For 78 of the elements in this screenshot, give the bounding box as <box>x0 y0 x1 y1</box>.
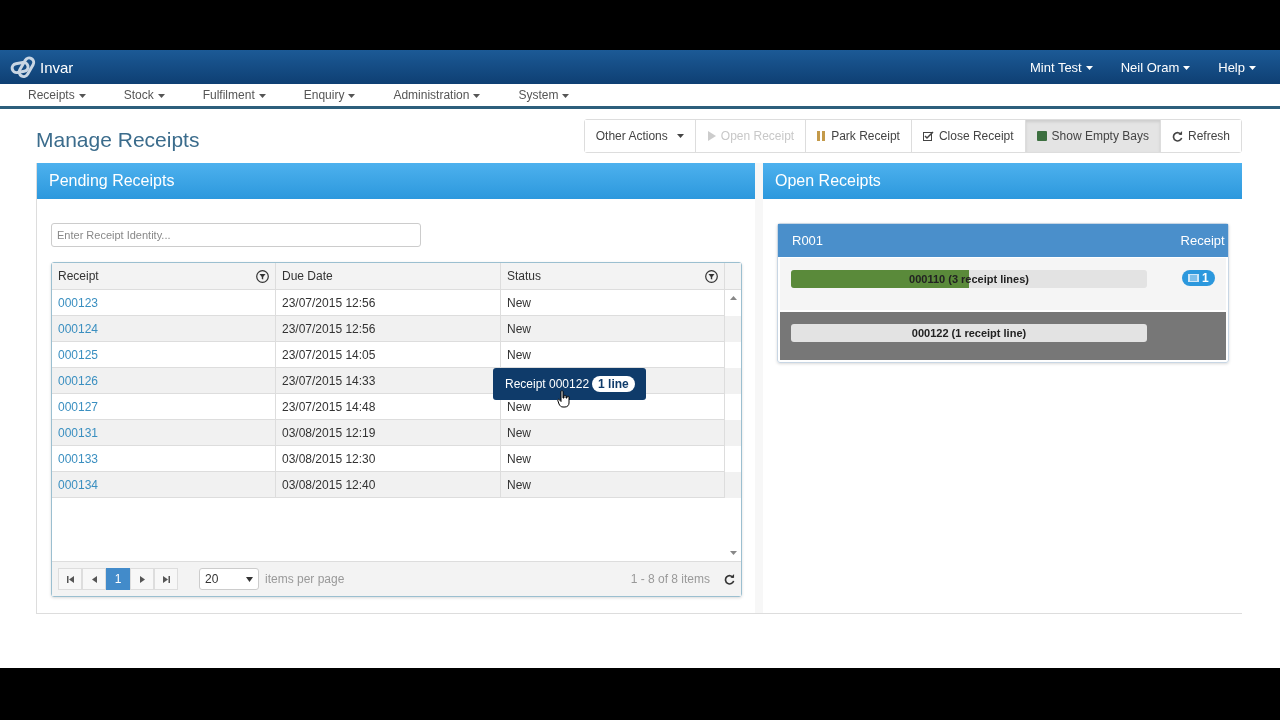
caret-icon <box>473 93 481 98</box>
play-icon <box>706 131 716 141</box>
first-page-button[interactable] <box>58 568 82 590</box>
items-summary: 1 - 8 of 8 items <box>630 572 710 586</box>
caret-icon <box>258 93 266 98</box>
user-menu[interactable]: Mint Test <box>1015 59 1107 75</box>
status-text: New <box>507 295 531 310</box>
due-date: 03/08/2015 12:40 <box>282 477 376 492</box>
square-icon <box>1036 131 1047 141</box>
line-count-badge: 1 <box>1182 270 1215 286</box>
due-date: 23/07/2015 14:05 <box>282 347 376 362</box>
filter-icon[interactable] <box>705 269 718 283</box>
status-text: New <box>507 451 531 466</box>
receipt-progress-bar: 000122 (1 receipt line) <box>791 324 1147 342</box>
receipt-link[interactable]: 000127 <box>58 399 99 414</box>
last-page-icon <box>162 575 170 583</box>
caret-icon <box>1183 66 1191 71</box>
refresh-icon[interactable] <box>724 573 735 585</box>
next-page-button[interactable] <box>130 568 154 590</box>
due-date: 03/08/2015 12:19 <box>282 425 376 440</box>
drag-tooltip: Receipt 000122 1 line <box>493 368 646 400</box>
caret-icon <box>78 93 86 98</box>
due-date: 03/08/2015 12:30 <box>282 451 376 466</box>
search-field[interactable]: Enter Receipt Identity... <box>51 223 421 247</box>
page-button[interactable]: 1 <box>106 568 130 590</box>
scroll-down-icon[interactable] <box>729 551 737 555</box>
status-text: New <box>507 347 531 362</box>
due-date: 23/07/2015 12:56 <box>282 295 376 310</box>
first-page-icon <box>66 575 74 583</box>
panel-header: Pending Receipts <box>37 163 755 199</box>
due-date: 23/07/2015 14:48 <box>282 399 376 414</box>
column-header[interactable]: Due Date <box>276 263 501 289</box>
panel-header: Open Receipts <box>763 163 1242 199</box>
bay-slot[interactable]: 000122 (1 receipt line) <box>780 312 1226 360</box>
brand-name: Invar <box>40 58 74 76</box>
next-icon <box>139 575 145 583</box>
checkbox-icon <box>922 131 934 141</box>
scroll-up-icon[interactable] <box>729 296 737 300</box>
bay-name: R001 <box>792 233 824 248</box>
menu-item[interactable]: Stock <box>109 88 179 102</box>
caret-icon <box>1085 66 1093 71</box>
caret-icon <box>348 93 356 98</box>
column-header[interactable]: Status <box>501 263 725 289</box>
filter-icon[interactable] <box>256 269 269 283</box>
due-date: 23/07/2015 12:56 <box>282 321 376 336</box>
due-date: 23/07/2015 14:33 <box>282 373 376 388</box>
caret-icon <box>562 93 570 98</box>
menu-item[interactable]: Enquiry <box>289 88 370 102</box>
receipt-link[interactable]: 000123 <box>58 295 99 310</box>
refresh-button[interactable]: Refresh <box>1159 120 1241 152</box>
column-header[interactable]: Receipt <box>52 263 276 289</box>
page-size-label: items per page <box>265 572 345 586</box>
status-text: New <box>507 321 531 336</box>
pause-icon <box>817 131 827 141</box>
receipt-link[interactable]: 000125 <box>58 347 99 362</box>
show-empty-bays-button[interactable]: Show Empty Bays <box>1024 120 1160 152</box>
caret-icon <box>157 93 165 98</box>
previous-page-button[interactable] <box>82 568 106 590</box>
menu-item[interactable]: Receipts <box>14 88 100 102</box>
menu-item[interactable]: Fulfilment <box>188 88 280 102</box>
status-text: New <box>507 399 531 414</box>
caret-icon <box>246 576 253 582</box>
receipt-link[interactable]: 000133 <box>58 451 99 466</box>
user-menu[interactable]: Neil Oram <box>1106 59 1205 75</box>
page-size-select[interactable]: 20 <box>199 568 259 590</box>
refresh-icon <box>1171 130 1183 142</box>
menu-item[interactable]: Administration <box>379 88 495 102</box>
status-text: New <box>507 477 531 492</box>
bay-type: Receipt <box>1180 233 1226 248</box>
caret-icon <box>1249 66 1256 71</box>
menu-item[interactable]: System <box>504 88 584 102</box>
hand-cursor-icon <box>557 390 571 408</box>
previous-icon <box>91 575 97 583</box>
page-title: Manage Receipts <box>36 128 200 152</box>
caret-icon <box>676 134 684 138</box>
user-menu[interactable]: Help <box>1204 59 1270 75</box>
last-page-button[interactable] <box>154 568 178 590</box>
status-text: New <box>507 425 531 440</box>
